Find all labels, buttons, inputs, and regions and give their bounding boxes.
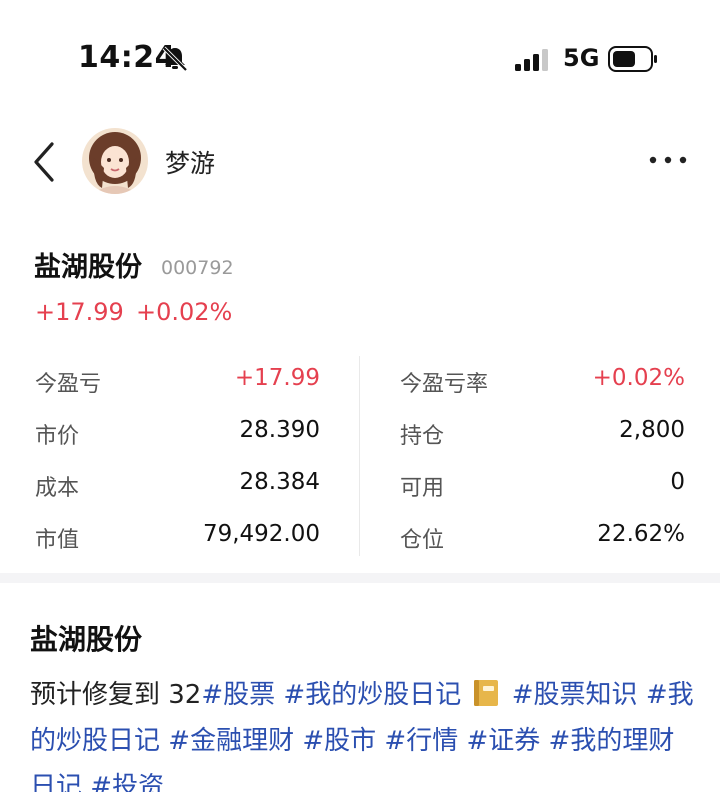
hashtag[interactable]: #金融理财 xyxy=(168,726,294,756)
hashtag[interactable]: #股市 xyxy=(302,726,376,756)
stat-value: 79,492.00 xyxy=(202,521,320,547)
hashtag[interactable]: #行情 xyxy=(384,726,458,756)
bell-muted-icon xyxy=(162,46,188,72)
position-stats: 今盈亏 +17.99 今盈亏率 +0.02% 市价 28.390 持仓 2,80… xyxy=(0,356,720,566)
notebook-icon xyxy=(474,680,499,706)
stats-row: 市值 79,492.00 仓位 22.62% xyxy=(0,512,720,564)
hashtag[interactable]: #证券 xyxy=(466,726,540,756)
avatar[interactable] xyxy=(82,128,148,194)
stat-label: 今盈亏率 xyxy=(400,372,489,397)
stat-value: 2,800 xyxy=(619,417,685,443)
hashtag[interactable]: #股票 xyxy=(201,680,275,710)
signal-icon xyxy=(515,49,548,71)
stock-code: 000792 xyxy=(161,257,234,279)
stat-label: 市价 xyxy=(35,424,80,449)
section-separator xyxy=(0,573,720,583)
stats-row: 成本 28.384 可用 0 xyxy=(0,460,720,512)
stat-value: 22.62% xyxy=(597,521,685,547)
stat-label: 仓位 xyxy=(400,528,445,553)
stats-row: 今盈亏 +17.99 今盈亏率 +0.02% xyxy=(0,356,720,408)
status-bar: 14:24 5G xyxy=(0,0,720,110)
profile-header: 梦游 xyxy=(0,120,720,204)
stat-value: +0.02% xyxy=(592,365,685,391)
stat-value: +17.99 xyxy=(234,365,320,391)
hashtag[interactable]: #投资 xyxy=(90,772,164,792)
network-label: 5G xyxy=(563,44,600,72)
more-icon[interactable] xyxy=(648,153,688,167)
stat-label: 市值 xyxy=(35,528,80,553)
change-percent: +0.02% xyxy=(136,298,233,326)
change-absolute: +17.99 xyxy=(35,298,124,326)
stat-value: 28.384 xyxy=(239,469,320,495)
stock-name[interactable]: 盐湖股份 xyxy=(34,245,142,284)
hashtag[interactable]: #股票知识 xyxy=(512,680,638,710)
post-title: 盐湖股份 xyxy=(30,623,143,656)
stat-value: 0 xyxy=(670,469,685,495)
stat-label: 成本 xyxy=(35,476,80,501)
post-text: 预计修复到 32 xyxy=(30,680,202,710)
stats-row: 市价 28.390 持仓 2,800 xyxy=(0,408,720,460)
post-body: 预计修复到 32#股票 #我的炒股日记 #股票知识 #我的炒股日记 #金融理财 … xyxy=(30,672,695,792)
battery-icon xyxy=(608,46,657,72)
stat-label: 可用 xyxy=(400,476,445,501)
stat-label: 今盈亏 xyxy=(35,372,102,397)
stat-value: 28.390 xyxy=(239,417,320,443)
hashtag[interactable]: #我的炒股日记 xyxy=(283,680,461,710)
back-icon[interactable] xyxy=(30,140,58,184)
stat-label: 持仓 xyxy=(400,424,445,449)
username[interactable]: 梦游 xyxy=(165,144,215,180)
